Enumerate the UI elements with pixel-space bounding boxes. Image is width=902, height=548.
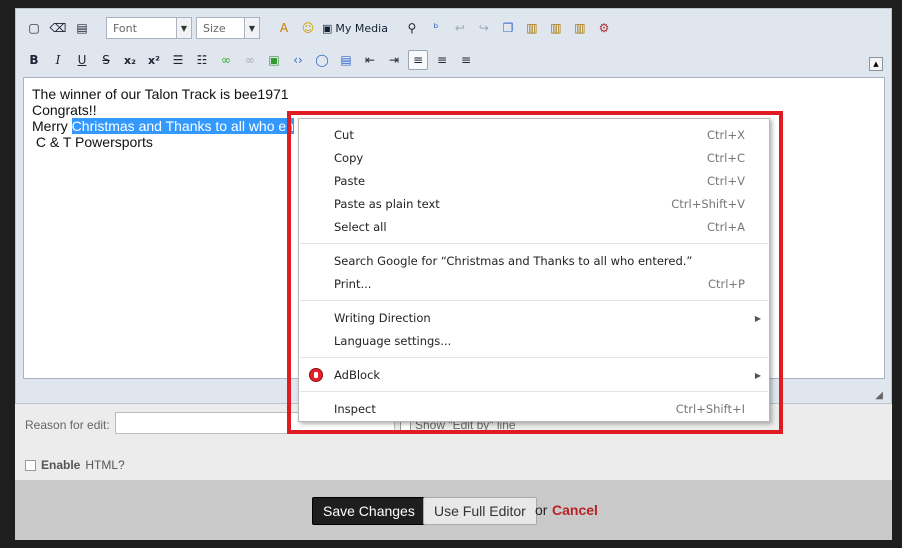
menu-item-shortcut: Ctrl+V — [707, 174, 745, 188]
menu-item-select-all[interactable]: Select all Ctrl+A — [299, 216, 769, 238]
paste-text-icon[interactable]: ▥ — [546, 18, 566, 38]
editor-line-3-prefix: Merry — [32, 118, 72, 134]
superscript-icon[interactable]: x² — [144, 50, 164, 70]
image-icon[interactable]: ▣ — [264, 50, 284, 70]
code-icon[interactable]: ‹› — [288, 50, 308, 70]
indent-icon[interactable]: ⇥ — [384, 50, 404, 70]
adblock-icon — [309, 368, 323, 382]
menu-item-label: Writing Direction — [334, 311, 431, 325]
chevron-down-icon: ▼ — [244, 18, 259, 38]
copy-icon[interactable]: ❐ — [498, 18, 518, 38]
binoculars-icon[interactable]: ⚲ — [402, 18, 422, 38]
eraser-icon[interactable]: ⌫ — [48, 18, 68, 38]
numbered-list-icon[interactable]: ☷ — [192, 50, 212, 70]
editor-line-2: Congrats!! — [32, 102, 97, 118]
menu-item-paste-plain-text[interactable]: Paste as plain text Ctrl+Shift+V — [299, 193, 769, 215]
replace-icon[interactable]: ᵇ — [426, 18, 446, 38]
menu-item-print[interactable]: Print... Ctrl+P — [299, 273, 769, 295]
chevron-down-icon: ▼ — [176, 18, 191, 38]
save-changes-button[interactable]: Save Changes — [312, 497, 426, 525]
reason-label: Reason for edit: — [25, 418, 110, 432]
menu-separator — [300, 357, 768, 358]
bold-icon[interactable]: B — [24, 50, 44, 70]
menu-item-label: Cut — [334, 128, 354, 142]
unlink-icon[interactable]: ∞ — [240, 50, 260, 70]
link-icon[interactable]: ∞ — [216, 50, 236, 70]
enable-html-suffix: HTML? — [85, 458, 125, 472]
page-edge — [892, 0, 902, 548]
paste-icon[interactable]: ▥ — [522, 18, 542, 38]
enable-html-label: Enable — [41, 458, 81, 472]
size-select-label: Size — [203, 21, 226, 35]
menu-item-cut[interactable]: Cut Ctrl+X — [299, 124, 769, 146]
quote-icon[interactable]: ◯ — [312, 50, 332, 70]
menu-item-shortcut: Ctrl+A — [707, 220, 745, 234]
menu-item-shortcut: Ctrl+X — [707, 128, 745, 142]
enable-html-option[interactable]: Enable HTML? — [25, 458, 125, 472]
redo-icon[interactable]: ↪ — [474, 18, 494, 38]
menu-item-shortcut: Ctrl+C — [706, 151, 745, 165]
editor-line-1: The winner of our Talon Track is bee1971 — [32, 86, 289, 102]
my-media-label: My Media — [335, 21, 388, 35]
toolbar-row-1: ▢ ⌫ ▤ Font ▼ Size ▼ A ☺ ▣ My Media ⚲ ᵇ ↩ — [24, 15, 614, 41]
subscript-icon[interactable]: x₂ — [120, 50, 140, 70]
submenu-arrow-icon: ▶ — [754, 370, 761, 380]
source-mode-icon[interactable]: ▢ — [24, 18, 44, 38]
align-right-icon[interactable]: ≡ — [456, 50, 476, 70]
menu-item-label: Inspect — [334, 402, 376, 416]
undo-icon[interactable]: ↩ — [450, 18, 470, 38]
toolbar-row-2: B I U S x₂ x² ☰ ☷ ∞ ∞ ▣ ‹› ◯ ▤ ⇤ ⇥ ≡ ≡ ≡ — [24, 47, 476, 73]
menu-item-paste[interactable]: Paste Ctrl+V — [299, 170, 769, 192]
my-media-button[interactable]: ▣ My Media — [322, 22, 388, 35]
italic-icon[interactable]: I — [48, 50, 68, 70]
context-menu: Cut Ctrl+X Copy Ctrl+C Paste Ctrl+V Past… — [298, 118, 770, 422]
remove-format-icon[interactable]: ▤ — [72, 18, 92, 38]
menu-separator — [300, 391, 768, 392]
collapse-toolbar-icon[interactable]: ▲ — [869, 57, 883, 71]
menu-item-language-settings[interactable]: Language settings... — [299, 330, 769, 352]
strikethrough-icon[interactable]: S — [96, 50, 116, 70]
menu-item-writing-direction[interactable]: Writing Direction ▶ — [299, 307, 769, 329]
menu-separator — [300, 243, 768, 244]
enable-html-checkbox[interactable] — [25, 459, 36, 471]
menu-item-label: Search Google for “Christmas and Thanks … — [334, 254, 693, 268]
cancel-link[interactable]: Cancel — [552, 502, 598, 518]
menu-item-inspect[interactable]: Inspect Ctrl+Shift+I — [299, 398, 769, 420]
menu-item-label: Print... — [334, 277, 372, 291]
video-icon[interactable]: ▤ — [336, 50, 356, 70]
menu-item-search-google[interactable]: Search Google for “Christmas and Thanks … — [299, 250, 769, 272]
menu-item-shortcut: Ctrl+Shift+V — [671, 197, 745, 211]
menu-item-label: AdBlock — [334, 368, 381, 382]
menu-item-adblock[interactable]: AdBlock ▶ — [299, 364, 769, 386]
menu-item-label: Paste as plain text — [334, 197, 440, 211]
form-footer: Save Changes Use Full Editor or Cancel — [15, 480, 892, 540]
menu-item-copy[interactable]: Copy Ctrl+C — [299, 147, 769, 169]
or-text: or — [535, 502, 548, 518]
menu-item-shortcut: Ctrl+Shift+I — [675, 402, 745, 416]
menu-item-label: Select all — [334, 220, 387, 234]
bulleted-list-icon[interactable]: ☰ — [168, 50, 188, 70]
menu-item-shortcut: Ctrl+P — [707, 277, 745, 291]
use-full-editor-button[interactable]: Use Full Editor — [423, 497, 537, 525]
font-select[interactable]: Font ▼ — [106, 17, 192, 39]
font-color-icon[interactable]: A — [274, 18, 294, 38]
menu-item-label: Language settings... — [334, 334, 452, 348]
align-left-icon[interactable]: ≡ — [408, 50, 428, 70]
paste-word-icon[interactable]: ▥ — [570, 18, 590, 38]
menu-separator — [300, 300, 768, 301]
resize-handle-icon[interactable]: ◢ — [875, 390, 883, 401]
font-select-label: Font — [113, 21, 137, 35]
smiley-icon[interactable]: ☺ — [298, 18, 318, 38]
spellcheck-icon[interactable]: ⚙ — [594, 18, 614, 38]
align-center-icon[interactable]: ≡ — [432, 50, 452, 70]
size-select[interactable]: Size ▼ — [196, 17, 260, 39]
menu-item-label: Paste — [334, 174, 366, 188]
submenu-arrow-icon: ▶ — [754, 313, 761, 323]
media-icon: ▣ — [322, 21, 333, 35]
underline-icon[interactable]: U — [72, 50, 92, 70]
selected-text: Christmas and Thanks to all who en — [71, 118, 294, 134]
menu-item-label: Copy — [334, 151, 364, 165]
outdent-icon[interactable]: ⇤ — [360, 50, 380, 70]
